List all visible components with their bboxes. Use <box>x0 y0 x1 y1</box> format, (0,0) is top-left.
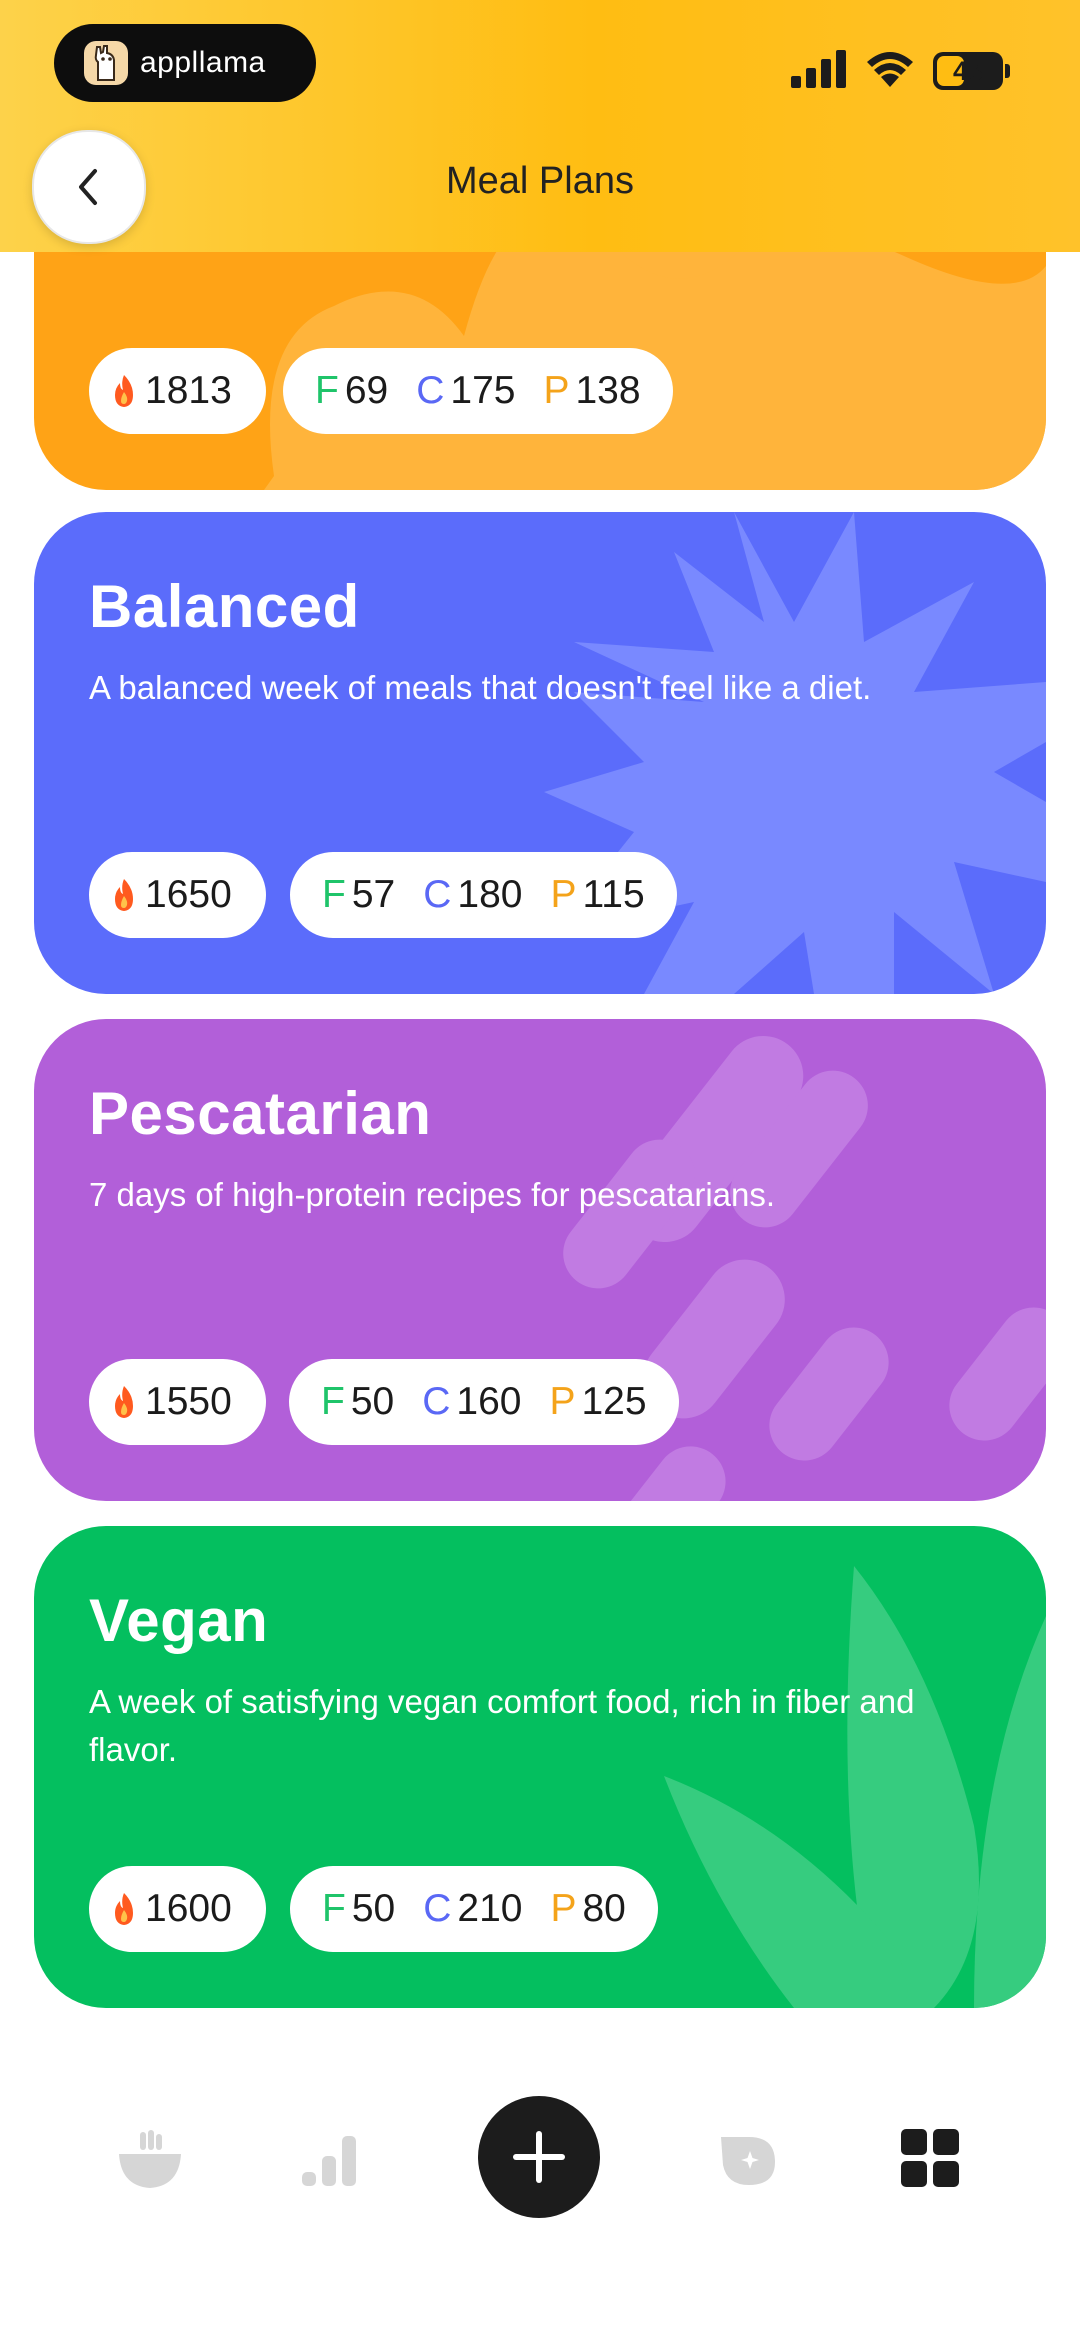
protein-value: 125 <box>581 1380 647 1423</box>
calories-chip: 1550 <box>89 1359 266 1445</box>
plan-description: 7 days of high-protein recipes for pesca… <box>89 1176 776 1213</box>
plan-title: Pescatarian <box>89 1080 432 1147</box>
grid-icon <box>901 2129 959 2187</box>
nav-meals-button[interactable] <box>110 2120 190 2200</box>
llama-logo-icon <box>84 41 128 85</box>
macros-chip: F 50 C 210 P 80 <box>290 1866 658 1952</box>
meal-plan-card-vegan[interactable]: Vegan A week of satisfying vegan comfort… <box>34 1526 1046 2008</box>
signal-icon <box>791 49 847 93</box>
calories-value: 1650 <box>145 873 232 916</box>
flame-icon <box>111 1892 137 1926</box>
fat-value: 69 <box>344 369 389 412</box>
app-header: appllama 43 Meal Plans <box>0 0 1080 252</box>
calories-chip: 1813 <box>89 348 266 434</box>
carbs-value: 210 <box>457 1887 523 1930</box>
flame-icon <box>111 1385 137 1419</box>
macros-chip: F 57 C 180 P 115 <box>290 852 677 938</box>
brand-name: appllama <box>140 46 266 79</box>
plan-title: Vegan <box>89 1587 269 1654</box>
fat-value: 50 <box>351 1887 396 1930</box>
bottom-navigation <box>0 2080 1080 2240</box>
plan-description: A week of satisfying vegan comfort food,… <box>89 1683 915 1768</box>
flame-icon <box>111 374 137 408</box>
protein-label: P <box>549 1380 576 1423</box>
plus-icon <box>513 2131 565 2183</box>
macros-chip: F 69 C 175 P 138 <box>283 348 673 434</box>
meal-plan-card-balanced[interactable]: Balanced A balanced week of meals that d… <box>34 512 1046 994</box>
bowl-icon <box>119 2130 181 2188</box>
battery-nub <box>1005 64 1010 78</box>
flame-icon <box>111 878 137 912</box>
stats-icon <box>302 2136 356 2186</box>
carbs-value: 160 <box>456 1380 522 1423</box>
fat-label: F <box>322 1887 346 1930</box>
battery-icon: 43 <box>933 52 1003 90</box>
carbs-value: 180 <box>457 873 523 916</box>
fat-value: 57 <box>351 873 396 916</box>
badge-icon <box>721 2137 775 2185</box>
fat-label: F <box>321 1380 345 1423</box>
protein-value: 138 <box>575 369 641 412</box>
nav-stats-button[interactable] <box>290 2120 370 2200</box>
page-title: Meal Plans <box>446 160 634 202</box>
macros-chip: F 50 C 160 P 125 <box>289 1359 679 1445</box>
wifi-icon <box>865 50 915 93</box>
carbs-label: C <box>423 1887 452 1930</box>
protein-label: P <box>550 1887 577 1930</box>
carbs-label: C <box>422 1380 451 1423</box>
protein-label: P <box>543 369 570 412</box>
carbs-value: 175 <box>450 369 516 412</box>
calories-value: 1813 <box>145 369 232 412</box>
carbs-label: C <box>416 369 445 412</box>
protein-value: 115 <box>582 873 645 916</box>
calories-chip: 1650 <box>89 852 266 938</box>
meal-plan-card-pescatarian[interactable]: Pescatarian 7 days of high-protein recip… <box>34 1019 1046 1501</box>
carbs-label: C <box>423 873 452 916</box>
app-brand-pill[interactable]: appllama <box>54 24 316 102</box>
status-bar: 43 <box>791 48 1010 94</box>
add-button[interactable] <box>478 2096 600 2218</box>
plan-title: Balanced <box>89 573 360 640</box>
fat-label: F <box>322 873 346 916</box>
calories-chip: 1600 <box>89 1866 266 1952</box>
plan-description: A balanced week of meals that doesn't fe… <box>89 669 872 706</box>
nav-badge-button[interactable] <box>708 2120 788 2200</box>
protein-label: P <box>550 873 577 916</box>
fat-label: F <box>315 369 339 412</box>
nav-plans-button[interactable] <box>890 2118 970 2198</box>
protein-value: 80 <box>582 1887 626 1930</box>
fat-value: 50 <box>350 1380 395 1423</box>
calories-value: 1550 <box>145 1380 232 1423</box>
calories-value: 1600 <box>145 1887 232 1930</box>
battery-text: 43 <box>952 55 984 86</box>
